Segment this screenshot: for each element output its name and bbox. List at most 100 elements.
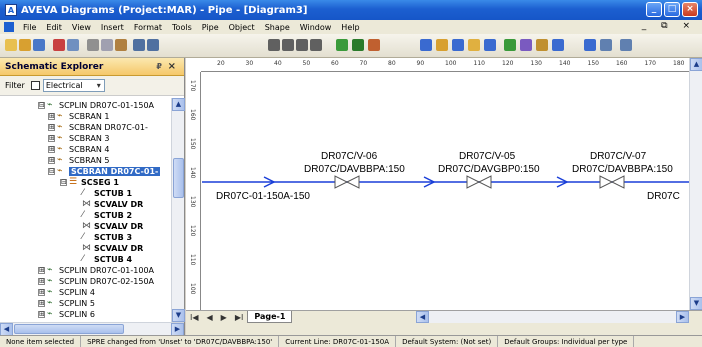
scroll-down-icon[interactable]: ▼: [172, 309, 185, 322]
explorer-close-icon[interactable]: ×: [168, 61, 176, 72]
document-icon[interactable]: [4, 22, 14, 32]
menu-pipe[interactable]: Pipe: [197, 23, 224, 32]
filter-select[interactable]: Electrical ▾: [42, 79, 105, 92]
refresh-icon[interactable]: [336, 39, 348, 51]
scroll-thumb[interactable]: [14, 324, 124, 334]
cut-icon[interactable]: [87, 39, 99, 51]
ellipse-icon[interactable]: [282, 39, 294, 51]
page-tab[interactable]: Page-1: [247, 311, 293, 323]
valve-symbol[interactable]: [334, 175, 360, 189]
prev-page-button[interactable]: ◀: [203, 313, 217, 322]
close-button[interactable]: ×: [682, 2, 698, 17]
menu-file[interactable]: File: [18, 23, 41, 32]
export-icon[interactable]: [620, 39, 632, 51]
undo-icon[interactable]: [133, 39, 145, 51]
run-icon[interactable]: [368, 39, 380, 51]
preview-icon[interactable]: [67, 39, 79, 51]
tree-node[interactable]: ⊞ ⌁ SCBRAN 4: [48, 144, 109, 155]
connect-icon[interactable]: [520, 39, 532, 51]
scroll-up-icon[interactable]: ▲: [172, 98, 185, 111]
save-icon[interactable]: [33, 39, 45, 51]
tree-node[interactable]: ⊞ ⌁ SCPLIN DR07C-01-100A: [38, 265, 154, 276]
pin-icon[interactable]: ₽: [156, 62, 162, 71]
print-icon[interactable]: [53, 39, 65, 51]
group-icon[interactable]: [484, 39, 496, 51]
check-icon[interactable]: [352, 39, 364, 51]
collapse-icon[interactable]: ⊟: [48, 168, 55, 175]
scroll-thumb[interactable]: [173, 158, 184, 198]
tree-node[interactable]: ⊞ ⌁ SCBRAN 5: [48, 155, 109, 166]
tree-node[interactable]: ⁄ SCTUB 2: [82, 210, 132, 221]
menu-format[interactable]: Format: [129, 23, 167, 32]
diagram-drawing[interactable]: DR07C-01-150A-150 DR07C DR07C/V-06 DR07C…: [202, 73, 689, 310]
copy-icon[interactable]: [101, 39, 113, 51]
expand-icon[interactable]: ⊞: [48, 124, 55, 131]
tree-node[interactable]: ⊞ ⌁ SCBRAN DR07C-01-: [48, 122, 148, 133]
paste-icon[interactable]: [115, 39, 127, 51]
scroll-down-icon[interactable]: ▼: [690, 297, 702, 310]
expand-icon[interactable]: ⊞: [38, 311, 45, 318]
expand-icon[interactable]: ⊞: [38, 289, 45, 296]
menu-window[interactable]: Window: [295, 23, 337, 32]
connector-icon[interactable]: [310, 39, 322, 51]
tree-node[interactable]: ⊞ ⌁ SCPLIN DR07C-02-150A: [38, 276, 154, 287]
tree-node[interactable]: ⊞ ⌁ SCBRAN 3: [48, 133, 109, 144]
expand-icon[interactable]: ⊞: [38, 300, 45, 307]
tree-node[interactable]: ⁄ SCTUB 3: [82, 232, 132, 243]
tree-node[interactable]: ⊟ ⌁ SCPLIN DR07C-01-150A: [38, 100, 154, 111]
expand-icon[interactable]: ⊞: [48, 135, 55, 142]
line-icon[interactable]: [296, 39, 308, 51]
table-icon[interactable]: [468, 39, 480, 51]
valve-symbol[interactable]: [466, 175, 492, 189]
expand-icon[interactable]: ⊞: [48, 113, 55, 120]
maximize-button[interactable]: □: [664, 2, 680, 17]
expand-icon[interactable]: ⊞: [38, 267, 45, 274]
user-icon[interactable]: [536, 39, 548, 51]
scroll-left-icon[interactable]: ◀: [416, 311, 429, 323]
layer-icon[interactable]: [436, 39, 448, 51]
rectangle-icon[interactable]: [268, 39, 280, 51]
filter-checkbox[interactable]: [30, 81, 40, 90]
menu-object[interactable]: Object: [224, 23, 260, 32]
menu-help[interactable]: Help: [336, 23, 364, 32]
menu-view[interactable]: View: [67, 23, 96, 32]
align-icon[interactable]: [452, 39, 464, 51]
first-page-button[interactable]: I◀: [186, 313, 203, 322]
explorer-vertical-scrollbar[interactable]: ▲ ▼: [171, 98, 185, 322]
expand-icon[interactable]: ⊞: [48, 157, 55, 164]
tree-node[interactable]: ⊞ ⌁ SCPLIN 6: [38, 309, 95, 320]
next-page-button[interactable]: ▶: [217, 313, 231, 322]
tree-node[interactable]: ⋈ SCVALV DR: [82, 243, 143, 254]
tree-node[interactable]: ⁄ SCTUB 1: [82, 188, 132, 199]
grid-icon[interactable]: [420, 39, 432, 51]
tree-node[interactable]: ⊞ ⌁ SCPLIN 5: [38, 298, 95, 309]
tree-node[interactable]: ⁄ SCTUB 4: [82, 254, 132, 265]
last-page-button[interactable]: ▶I: [231, 313, 248, 322]
minimize-button[interactable]: _: [646, 2, 662, 17]
pipe-tool-icon[interactable]: [552, 39, 564, 51]
collapse-icon[interactable]: ⊟: [38, 102, 45, 109]
scroll-right-icon[interactable]: ▶: [676, 311, 689, 323]
canvas-vertical-scrollbar[interactable]: ▲ ▼: [689, 58, 702, 310]
new-icon[interactable]: [5, 39, 17, 51]
expand-icon[interactable]: ⊞: [38, 278, 45, 285]
tree-node-selected[interactable]: ⊟ ⌁ SCBRAN DR07C-01-: [48, 166, 161, 177]
properties-icon[interactable]: [600, 39, 612, 51]
menu-shape[interactable]: Shape: [260, 23, 295, 32]
tree-node[interactable]: ⋈ SCVALV DR: [82, 221, 143, 232]
report-icon[interactable]: [584, 39, 596, 51]
redo-icon[interactable]: [147, 39, 159, 51]
valve-symbol[interactable]: [599, 175, 625, 189]
tree-node[interactable]: ⋈ SCVALV DR: [82, 199, 143, 210]
collapse-icon[interactable]: ⊟: [60, 179, 67, 186]
tree-node[interactable]: ⊟ ☰ SCSEG 1: [60, 177, 119, 188]
open-icon[interactable]: [19, 39, 31, 51]
tree-node[interactable]: ⊞ ⌁ SCPLIN 4: [38, 287, 95, 298]
mdi-controls[interactable]: _ ⧉ ×: [642, 21, 696, 31]
shape-icon[interactable]: [504, 39, 516, 51]
tree-node[interactable]: ⊞ ⌁ SCBRAN 1: [48, 111, 109, 122]
expand-icon[interactable]: ⊞: [48, 146, 55, 153]
scroll-up-icon[interactable]: ▲: [690, 58, 702, 71]
menu-tools[interactable]: Tools: [167, 23, 197, 32]
explorer-horizontal-scrollbar[interactable]: ◀ ▶: [0, 322, 184, 336]
